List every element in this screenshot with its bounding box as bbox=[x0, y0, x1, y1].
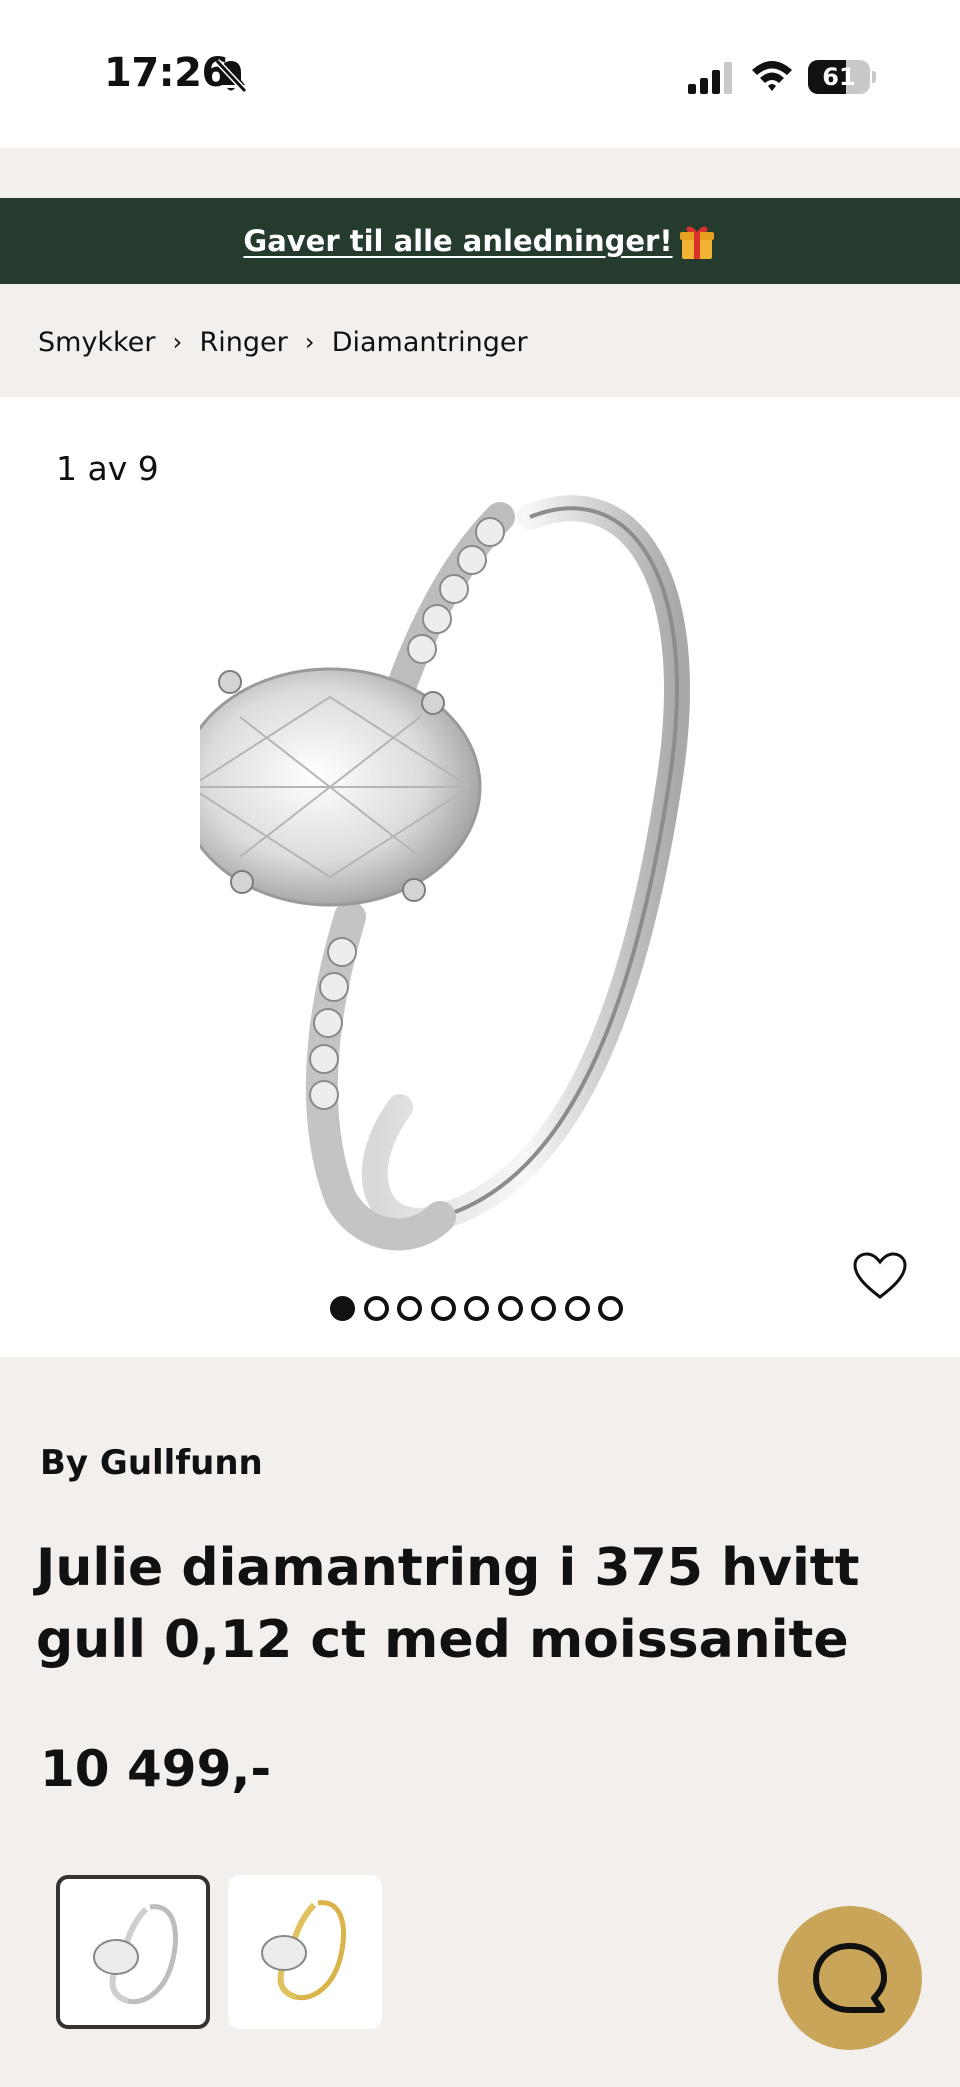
product-gallery[interactable]: 1 av 9 bbox=[0, 397, 960, 1357]
promo-link[interactable]: Gaver til alle anledninger! bbox=[243, 224, 672, 258]
variant-selector bbox=[56, 1875, 400, 2029]
chevron-right-icon: › bbox=[172, 328, 183, 356]
carousel-dot[interactable] bbox=[531, 1295, 556, 1321]
gift-icon bbox=[679, 226, 714, 259]
product-title: Julie diamantring i 375 hvitt gull 0,12 … bbox=[36, 1538, 860, 1670]
promo-banner[interactable]: Gaver til alle anledninger! bbox=[0, 198, 960, 284]
breadcrumb: Smykker › Ringer › Diamantringer bbox=[38, 322, 528, 362]
breadcrumb-item-ringer[interactable]: Ringer bbox=[199, 327, 287, 358]
carousel-dot[interactable] bbox=[397, 1295, 422, 1321]
chat-button[interactable] bbox=[778, 1906, 922, 2050]
battery-percent: 61 bbox=[822, 63, 856, 91]
battery-icon: 61 bbox=[808, 60, 876, 94]
carousel-dot[interactable] bbox=[564, 1295, 590, 1321]
chat-bubble-icon bbox=[813, 1943, 887, 2013]
bell-slash-icon bbox=[214, 58, 248, 94]
breadcrumb-item-smykker[interactable]: Smykker bbox=[38, 327, 155, 358]
variant-thumb-yellow-gold[interactable] bbox=[228, 1875, 382, 2029]
variant-thumb-white-gold[interactable] bbox=[56, 1875, 210, 2029]
status-time: 17:26 bbox=[104, 50, 229, 96]
chevron-right-icon: › bbox=[304, 328, 315, 356]
carousel-dots[interactable] bbox=[330, 1293, 632, 1323]
carousel-dot[interactable] bbox=[363, 1295, 389, 1321]
wifi-icon bbox=[752, 61, 792, 91]
carousel-dot[interactable] bbox=[497, 1295, 523, 1321]
carousel-dot[interactable] bbox=[430, 1295, 456, 1321]
yellow-gold-ring-icon bbox=[261, 1900, 346, 2001]
carousel-dot[interactable] bbox=[464, 1295, 489, 1321]
signal-icon bbox=[688, 62, 732, 94]
slide-counter: 1 av 9 bbox=[56, 449, 159, 488]
white-gold-ring-icon bbox=[93, 1904, 178, 2005]
carousel-dot[interactable] bbox=[598, 1295, 623, 1321]
breadcrumb-item-diamantringer[interactable]: Diamantringer bbox=[332, 327, 528, 358]
product-image[interactable] bbox=[200, 457, 760, 1277]
product-price: 10 499,- bbox=[40, 1740, 272, 1798]
carousel-dot[interactable] bbox=[330, 1295, 355, 1321]
heart-icon[interactable] bbox=[852, 1251, 908, 1301]
product-brand[interactable]: By Gullfunn bbox=[40, 1443, 263, 1483]
status-bar: 17:26 61 bbox=[0, 0, 960, 148]
